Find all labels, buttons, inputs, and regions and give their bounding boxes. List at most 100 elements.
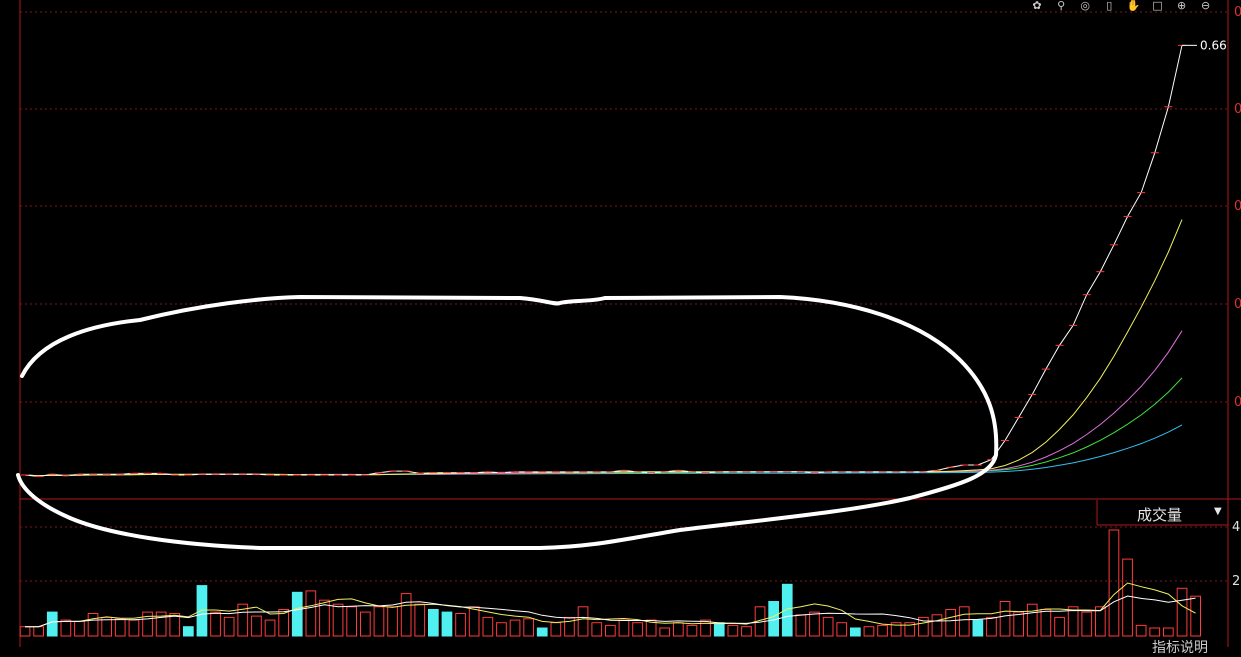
volume-bar (183, 626, 194, 637)
volume-bar (1026, 603, 1038, 637)
volume-bar (414, 603, 426, 637)
indicator-help-link[interactable]: 指标说明 (1152, 637, 1208, 657)
moving-average-lines (24, 219, 1183, 477)
volume-bar (836, 622, 848, 637)
zoom-in-icon[interactable]: ⊕ (1175, 0, 1189, 12)
volume-bar (346, 606, 357, 637)
volume-bar (46, 611, 58, 637)
volume-bar (1149, 627, 1161, 637)
price-grid (19, 0, 1241, 647)
volume-bar (550, 622, 562, 637)
volume-bar (1081, 611, 1093, 637)
volume-axis-label: 2 (1232, 574, 1240, 589)
volume-bar (33, 626, 44, 637)
price-axis-label: 0 (1234, 199, 1241, 214)
save-icon[interactable]: ▯ (1102, 0, 1116, 12)
volume-bar (387, 606, 398, 637)
volume-bar (605, 624, 616, 637)
volume-bar (251, 615, 262, 637)
right-axis-labels: 0 0 0 0 0 4 2 (1232, 5, 1241, 589)
chart-toolbar: ✿ ⚲ ◎ ▯ ✋ □ ⊕ ⊖ (1030, 0, 1218, 12)
volume-bar (496, 622, 507, 637)
volume-bar (591, 622, 603, 637)
hand-drawn-ellipse-annotation (16, 294, 999, 550)
volume-bar (455, 613, 466, 637)
volume-axis-label: 4 (1232, 520, 1240, 535)
volume-bar (482, 616, 494, 637)
volume-bar (781, 583, 793, 637)
volume-bar (196, 585, 208, 637)
volume-bar (468, 606, 480, 637)
ma30-line (24, 377, 1183, 477)
price-axis-label: 0 (1234, 5, 1241, 20)
volume-bar (74, 620, 85, 637)
volume-bar (1190, 595, 1202, 637)
target-icon[interactable]: ◎ (1078, 0, 1092, 12)
last-price-label: 0.66 (1200, 38, 1227, 52)
volume-bar (305, 590, 317, 637)
volume-bar (863, 626, 875, 637)
volume-bar (1163, 627, 1174, 637)
search-icon[interactable]: ⚲ (1054, 0, 1068, 12)
volume-bar (360, 611, 371, 637)
price-line (21, 44, 1197, 478)
gear-icon[interactable]: ✿ (1030, 0, 1044, 12)
volume-bar (632, 622, 643, 637)
price-axis-label: 0 (1234, 297, 1241, 312)
volume-bar (931, 614, 943, 637)
volume-bar (822, 616, 834, 637)
hand-icon[interactable]: ✋ (1126, 0, 1141, 12)
volume-bar (727, 624, 739, 637)
volume-bar (673, 622, 684, 637)
volume-bar (428, 609, 439, 637)
volume-bar (618, 619, 630, 637)
volume-bar (536, 627, 548, 637)
square-icon[interactable]: □ (1150, 0, 1164, 12)
volume-bar (223, 616, 235, 637)
volume-bar (332, 603, 344, 637)
volume-bar (945, 609, 956, 637)
volume-bar (373, 606, 385, 637)
volume-bar (60, 619, 72, 637)
price-axis-label: 0 (1234, 102, 1241, 117)
volume-bar (264, 619, 276, 637)
volume-bar (291, 591, 303, 637)
volume-bar (128, 619, 140, 637)
volume-bar (523, 618, 534, 637)
volume-bar (686, 624, 698, 637)
chart-canvas[interactable]: 0 0 0 0 0 4 2 0.66 (0, 0, 1241, 647)
volume-bar (809, 611, 820, 637)
volume-bar (1040, 609, 1052, 637)
volume-bar (87, 613, 99, 637)
volume-bar (509, 619, 521, 637)
price-axis-label: 0 (1234, 395, 1241, 410)
volume-bar (972, 619, 984, 637)
volume-bar (400, 593, 412, 637)
volume-bar (850, 627, 861, 637)
volume-bar (441, 611, 453, 637)
volume-bar (999, 601, 1011, 637)
volume-bar (986, 616, 997, 637)
zoom-out-icon[interactable]: ⊖ (1199, 0, 1213, 12)
volume-bar (958, 606, 970, 637)
volume-bar (114, 618, 126, 637)
annotation-ellipse (16, 294, 999, 550)
volume-bar (1013, 611, 1024, 637)
volume-bar (1176, 587, 1188, 637)
volume-title: 成交量 (1137, 506, 1183, 524)
volume-bar (577, 606, 589, 637)
chevron-down-icon[interactable]: ▼ (1214, 506, 1222, 517)
volume-indicator-selector[interactable]: 成交量 ▼ (1097, 502, 1227, 524)
volume-bar (741, 626, 752, 637)
volume-bar (564, 616, 575, 637)
close-price-line (24, 45, 1183, 478)
volume-bar (877, 624, 888, 637)
ma10-line (24, 219, 1183, 477)
volume-bar (700, 619, 711, 637)
volume-bar (210, 611, 221, 637)
volume-bar (659, 627, 671, 637)
volume-bar (19, 626, 31, 637)
volume-bar (795, 614, 807, 637)
volume-bar (1054, 616, 1065, 637)
volume-bar (713, 622, 725, 637)
